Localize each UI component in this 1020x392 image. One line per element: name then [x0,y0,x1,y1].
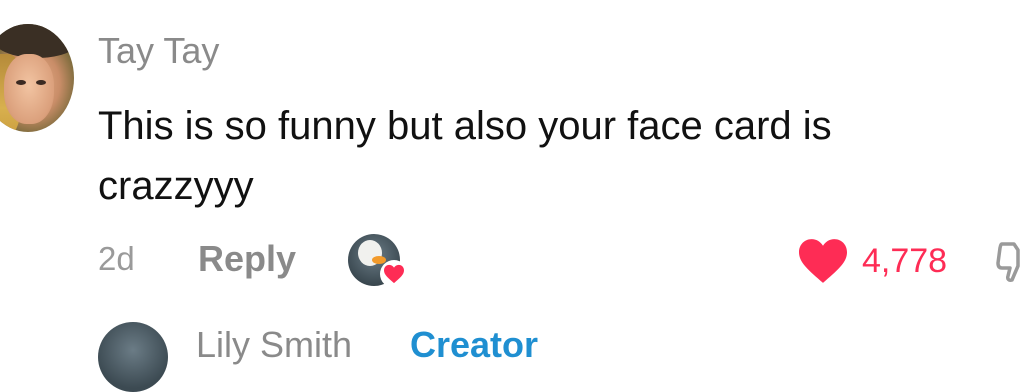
comment-timestamp: 2d [98,240,135,277]
comment-username[interactable]: Tay Tay [98,30,219,72]
next-comment-username[interactable]: Lily Smith [196,324,352,366]
creator-badge: Creator [410,324,539,365]
next-comment-preview: Lily Smith Creator [0,318,1020,392]
like-count: 4,778 [862,241,948,280]
commenter-avatar[interactable] [0,24,74,132]
next-commenter-avatar[interactable] [98,322,168,392]
reply-button[interactable]: Reply [198,238,296,280]
heart-icon[interactable] [796,237,850,285]
like-group: 4,778 [796,236,947,286]
thumbs-down-icon[interactable] [996,240,1020,284]
comment-text: This is so funny but also your face card… [98,104,832,208]
comment-actions: 2d Reply 4,778 [0,232,1020,288]
creator-liked-icon [348,234,408,288]
